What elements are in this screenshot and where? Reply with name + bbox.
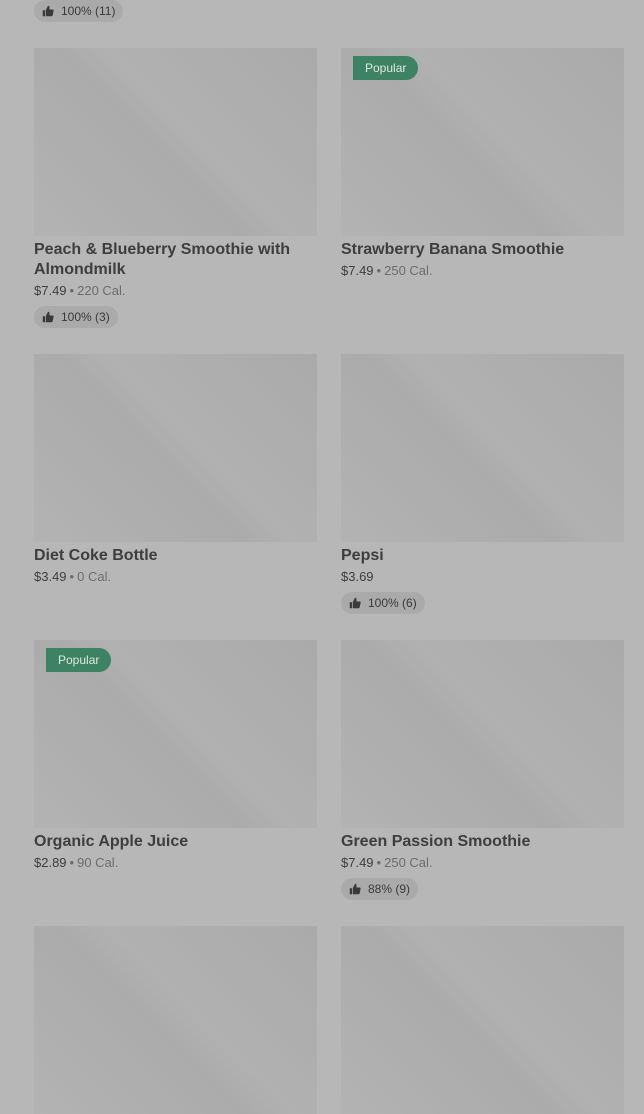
separator-dot: • [376,263,382,278]
item-meta: $7.49 • 220 Cal. [34,282,317,300]
item-price: $2.89 [34,855,67,870]
item-price: $7.49 [341,263,374,278]
rating-text: 100% (11) [61,4,116,18]
item-calories: 90 Cal. [77,855,119,870]
menu-item-card[interactable]: Diet Coke Bottle $3.49 • 0 Cal. [34,354,317,586]
item-name: Strawberry Banana Smoothie [341,241,565,258]
thumbs-up-icon [42,311,54,323]
item-name: Pepsi [341,547,384,564]
popular-badge: Popular [353,56,419,80]
item-image[interactable] [341,640,624,828]
rating-pill: 100% (3) [34,306,118,328]
item-meta: $7.49 • 250 Cal. [341,854,624,872]
item-meta: $2.89 • 90 Cal. [34,854,317,872]
item-price: $7.49 [34,283,67,298]
separator-dot: • [69,283,75,298]
rating-text: 88% (9) [368,882,411,896]
separator-dot: • [69,569,75,584]
menu-item-card[interactable] [341,926,624,1114]
separator-dot: • [69,855,75,870]
item-meta: $3.49 • 0 Cal. [34,568,317,586]
item-name: Green Passion Smoothie [341,833,531,850]
item-image[interactable] [341,354,624,542]
item-image[interactable] [34,48,317,236]
item-meta: $3.69 [341,568,624,586]
item-price: $3.49 [34,569,67,584]
thumbs-up-icon [42,5,54,17]
item-price: $7.49 [341,855,374,870]
rating-pill: 100% (6) [341,592,425,614]
item-calories: 0 Cal. [77,569,112,584]
item-name: Organic Apple Juice [34,833,189,850]
menu-item-card[interactable]: Popular Organic Apple Juice $2.89 • 90 Cal… [34,640,317,872]
thumbs-up-icon [349,883,361,895]
rating-text: 100% (6) [368,596,417,610]
thumbs-up-icon [349,597,361,609]
item-calories: 250 Cal. [384,855,433,870]
item-calories: 250 Cal. [384,263,433,278]
item-name: Peach & Blueberry Smoothie with Almondmi… [34,241,291,278]
rating-pill: 100% (11) [34,0,124,22]
item-image[interactable]: Popular [34,640,317,828]
item-image[interactable] [34,354,317,542]
item-image[interactable]: Popular [341,48,624,236]
item-image[interactable] [341,926,624,1114]
item-calories: 220 Cal. [77,283,126,298]
menu-item-card[interactable]: Peach & Blueberry Smoothie with Almondmi… [34,48,317,328]
menu-item-card[interactable]: Pepsi $3.69 100% (6) [341,354,624,614]
previous-item-rating: 100% (11) [34,0,124,22]
item-image[interactable] [34,926,317,1114]
menu-item-card[interactable]: Popular Strawberry Banana Smoothie $7.49… [341,48,624,280]
menu-item-card[interactable] [34,926,317,1114]
item-name: Diet Coke Bottle [34,547,158,564]
popular-badge: Popular [46,648,112,672]
separator-dot: • [376,855,382,870]
rating-pill: 88% (9) [341,878,419,900]
menu-item-card[interactable]: Green Passion Smoothie $7.49 • 250 Cal. 88… [341,640,624,900]
item-price: $3.69 [341,569,374,584]
rating-text: 100% (3) [61,310,110,324]
item-meta: $7.49 • 250 Cal. [341,262,624,280]
